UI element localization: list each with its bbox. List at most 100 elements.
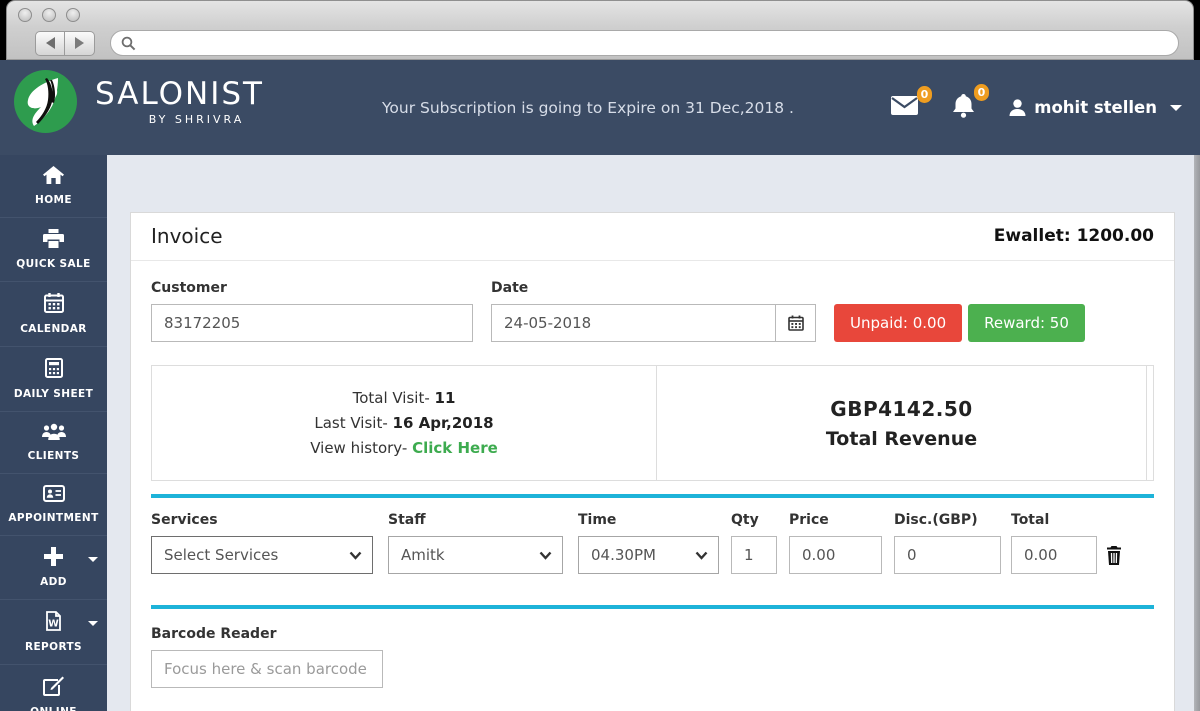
chevron-down-icon bbox=[695, 551, 708, 560]
date-field-group: Date bbox=[491, 280, 816, 342]
messages-count-badge: 0 bbox=[916, 86, 933, 103]
sidebar-item-online-booking[interactable]: ONLINE BOOKING bbox=[0, 665, 107, 711]
service-line-row: Services Select Services Staff Amitk Tim… bbox=[151, 512, 1154, 574]
view-history-line: View history- Click Here bbox=[310, 438, 498, 457]
users-icon bbox=[41, 423, 66, 440]
time-select[interactable]: 04.30PM bbox=[578, 536, 719, 574]
sidebar-item-quick-sale[interactable]: QUICK SALE bbox=[0, 218, 107, 282]
date-input[interactable] bbox=[492, 305, 775, 341]
visit-revenue-panel: Total Visit- 11 Last Visit- 16 Apr,2018 … bbox=[151, 365, 1154, 481]
home-icon bbox=[43, 166, 64, 184]
date-input-group bbox=[491, 304, 816, 342]
barcode-field-group: Barcode Reader bbox=[151, 626, 1154, 688]
sidebar-item-reports[interactable]: W REPORTS bbox=[0, 600, 107, 665]
time-label: Time bbox=[578, 512, 617, 528]
unpaid-button[interactable]: Unpaid: 0.00 bbox=[834, 304, 963, 342]
browser-chrome bbox=[6, 0, 1194, 60]
brand-logo-block[interactable]: SALONIST BY SHRIVRA bbox=[14, 70, 264, 133]
qty-input[interactable] bbox=[731, 536, 777, 574]
revenue-summary: GBP4142.50 Total Revenue bbox=[657, 366, 1147, 480]
id-card-icon bbox=[42, 485, 65, 502]
barcode-label: Barcode Reader bbox=[151, 626, 277, 642]
vertical-scrollbar[interactable] bbox=[1194, 155, 1200, 711]
date-label: Date bbox=[491, 280, 529, 296]
total-input[interactable] bbox=[1011, 536, 1097, 574]
forward-button[interactable] bbox=[65, 30, 95, 56]
delete-row-button[interactable] bbox=[1106, 536, 1122, 574]
app-header: SALONIST BY SHRIVRA Your Subscription is… bbox=[0, 60, 1200, 155]
sidebar-item-label: REPORTS bbox=[24, 641, 83, 653]
close-button[interactable] bbox=[18, 8, 32, 22]
barcode-input[interactable] bbox=[151, 650, 383, 688]
notifications-count-badge: 0 bbox=[973, 83, 990, 101]
sidebar-item-label: HOME bbox=[35, 194, 72, 206]
price-input[interactable] bbox=[789, 536, 882, 574]
sidebar-item-clients[interactable]: CLIENTS bbox=[0, 412, 107, 474]
maximize-button[interactable] bbox=[66, 8, 80, 22]
back-button[interactable] bbox=[35, 30, 65, 56]
chevron-down-icon bbox=[349, 551, 362, 560]
submenu-caret-icon bbox=[88, 621, 98, 626]
customer-label: Customer bbox=[151, 280, 227, 296]
calendar-icon bbox=[43, 293, 64, 313]
discount-input[interactable] bbox=[894, 536, 1001, 574]
services-select[interactable]: Select Services bbox=[151, 536, 373, 574]
cyan-divider-bottom bbox=[151, 605, 1154, 609]
minimize-button[interactable] bbox=[42, 8, 56, 22]
brand-name: SALONIST bbox=[95, 76, 264, 112]
date-picker-button[interactable] bbox=[775, 305, 815, 341]
status-buttons: Unpaid: 0.00 Reward: 50 bbox=[834, 304, 1085, 342]
chevron-down-icon bbox=[539, 551, 552, 560]
sidebar-item-label: ADD bbox=[40, 576, 67, 588]
sidebar-nav: HOME QUICK SALE CALENDAR DAILY SHEET CLI… bbox=[0, 155, 107, 711]
ewallet-balance: Ewallet: 1200.00 bbox=[993, 226, 1154, 246]
page-title: Invoice bbox=[151, 224, 223, 248]
staff-label: Staff bbox=[388, 512, 426, 528]
visit-summary: Total Visit- 11 Last Visit- 16 Apr,2018 … bbox=[152, 366, 657, 480]
sidebar-item-daily-sheet[interactable]: DAILY SHEET bbox=[0, 347, 107, 412]
sidebar-item-calendar[interactable]: CALENDAR bbox=[0, 282, 107, 347]
staff-select[interactable]: Amitk bbox=[388, 536, 563, 574]
sidebar-item-label: APPOINTMENT bbox=[8, 512, 99, 524]
services-label: Services bbox=[151, 512, 218, 528]
view-history-link[interactable]: Click Here bbox=[412, 439, 498, 457]
header-actions: 0 0 mohit stellen bbox=[891, 60, 1182, 155]
sidebar-item-appointment[interactable]: APPOINTMENT bbox=[0, 474, 107, 536]
staff-field-group: Staff Amitk bbox=[388, 512, 563, 574]
sidebar-item-label: DAILY SHEET bbox=[13, 388, 94, 400]
customer-input[interactable] bbox=[151, 304, 473, 342]
address-search-input[interactable] bbox=[143, 35, 1168, 51]
nav-buttons bbox=[35, 30, 95, 56]
search-icon bbox=[121, 36, 136, 50]
browser-toolbar bbox=[35, 30, 1179, 56]
invoice-card: Invoice Ewallet: 1200.00 Customer Date bbox=[130, 212, 1175, 711]
trash-icon bbox=[1107, 545, 1121, 565]
messages-button[interactable]: 0 bbox=[891, 86, 933, 119]
plus-icon bbox=[44, 547, 63, 566]
total-visit-value: 11 bbox=[434, 388, 456, 407]
browser-search-bar[interactable] bbox=[110, 30, 1179, 56]
total-visit-line: Total Visit- 11 bbox=[352, 388, 456, 407]
submenu-caret-icon bbox=[88, 557, 98, 562]
salonist-logo-icon bbox=[14, 70, 77, 133]
word-doc-icon: W bbox=[46, 611, 61, 631]
services-field-group: Services Select Services bbox=[151, 512, 373, 574]
sidebar-item-add[interactable]: ADD bbox=[0, 536, 107, 600]
total-field-group: Total bbox=[1011, 512, 1097, 574]
sidebar-item-label: CLIENTS bbox=[27, 450, 80, 462]
chevron-down-icon bbox=[1170, 104, 1182, 111]
total-label: Total bbox=[1011, 512, 1050, 528]
qty-field-group: Qty bbox=[731, 512, 777, 574]
calendar-small-icon bbox=[787, 315, 804, 331]
edit-icon bbox=[43, 676, 64, 696]
sidebar-item-home[interactable]: HOME bbox=[0, 155, 107, 218]
invoice-card-body: Customer Date bbox=[131, 261, 1174, 688]
discount-label: Disc.(GBP) bbox=[894, 512, 978, 528]
notifications-button[interactable]: 0 bbox=[952, 83, 990, 122]
user-menu[interactable]: mohit stellen bbox=[1009, 98, 1182, 117]
total-revenue-caption: Total Revenue bbox=[825, 427, 978, 450]
reward-button[interactable]: Reward: 50 bbox=[968, 304, 1085, 342]
price-field-group: Price bbox=[789, 512, 882, 574]
forward-arrow-icon bbox=[75, 37, 84, 49]
user-icon bbox=[1009, 99, 1026, 116]
